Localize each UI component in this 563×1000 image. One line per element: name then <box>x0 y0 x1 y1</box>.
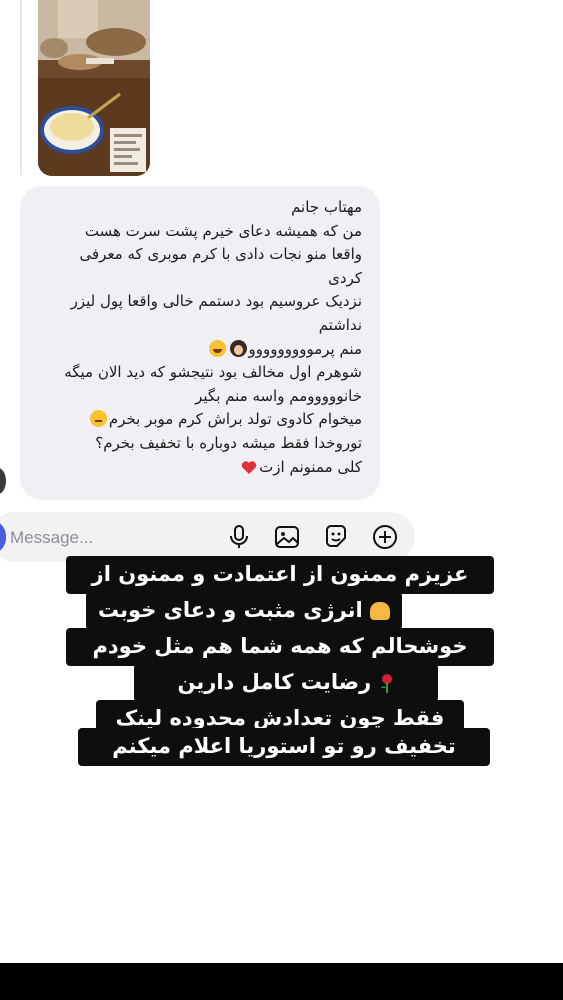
message-line: کردی <box>328 268 362 287</box>
received-message-bubble[interactable]: مهتاب جانم من که همیشه دعای خیرم پشت سرت… <box>20 186 380 500</box>
message-line: نزدیک عروسیم بود دستمم خالی واقعا پول لی… <box>70 292 362 311</box>
message-line-with-emoji: کلی ممنونم ازت <box>32 456 362 480</box>
overlay-text: خوشحالم که همه شما هم مثل خودم <box>92 634 468 658</box>
food-photo-image <box>38 0 150 176</box>
laughing-icon <box>208 339 226 357</box>
message-line: مهتاب جانم <box>291 198 362 216</box>
overlay-line: خوشحالم که همه شما هم مثل خودم <box>66 628 494 666</box>
gallery-icon[interactable] <box>274 524 300 550</box>
camera-button[interactable] <box>0 520 6 554</box>
woman-icon <box>229 339 247 357</box>
overlay-line: تخفیف رو تو استوریا اعلام میکنم <box>78 728 490 766</box>
overlay-text: تخفیف رو تو استوریا اعلام میکنم <box>112 734 456 758</box>
overlay-text: انرژی مثبت و دعای خوبت <box>97 598 363 622</box>
heart-icon <box>241 460 257 474</box>
message-line-with-emoji: میخوام کادوی تولد براش کرم موبر بخرم <box>32 408 362 432</box>
smile-icon <box>89 410 107 428</box>
message-line: شوهرم اول مخالف بود نتیجشو که دید الان م… <box>64 363 362 382</box>
overlay-line: انرژی مثبت و دعای خوبت <box>86 592 402 630</box>
overlay-text: فقط چون تعدادش محدوده لینک <box>115 706 445 730</box>
message-line: توروخدا فقط میشه دوباره با تخفیف بخرم؟ <box>95 433 362 452</box>
bottom-black-bar <box>0 963 563 1000</box>
microphone-icon[interactable] <box>226 524 252 550</box>
thread-line <box>20 0 22 175</box>
message-line: من که همیشه دعای خیرم پشت سرت هست <box>84 221 362 240</box>
pray-icon <box>370 602 391 620</box>
message-line: خانووووومم واسه منم بگیر <box>195 386 362 405</box>
sticker-icon[interactable] <box>323 524 349 550</box>
overlay-line: عزیزم ممنون از اعتمادت و ممنون از <box>66 556 494 594</box>
message-line: کلی ممنونم ازت <box>259 457 362 476</box>
message-line: منم پرمووووووووو <box>248 339 363 358</box>
message-line: واقعا منو نجات دادی با کرم موبری که معرف… <box>79 245 363 264</box>
message-line-with-emoji: منم پرمووووووووو <box>32 338 362 362</box>
rose-icon <box>380 674 392 693</box>
plus-icon[interactable] <box>372 524 398 550</box>
message-line: میخوام کادوی تولد براش کرم موبر بخرم <box>108 410 362 429</box>
sender-avatar[interactable] <box>0 468 6 494</box>
overlay-text: عزیزم ممنون از اعتمادت و ممنون از <box>91 562 469 586</box>
message-composer <box>0 512 415 562</box>
overlay-text: رضایت کامل دارین <box>177 670 372 694</box>
overlay-line: رضایت کامل دارین <box>134 664 438 702</box>
message-input[interactable] <box>10 526 190 550</box>
story-reply-thumbnail[interactable] <box>38 0 150 176</box>
message-line: نداشتم <box>318 315 362 334</box>
